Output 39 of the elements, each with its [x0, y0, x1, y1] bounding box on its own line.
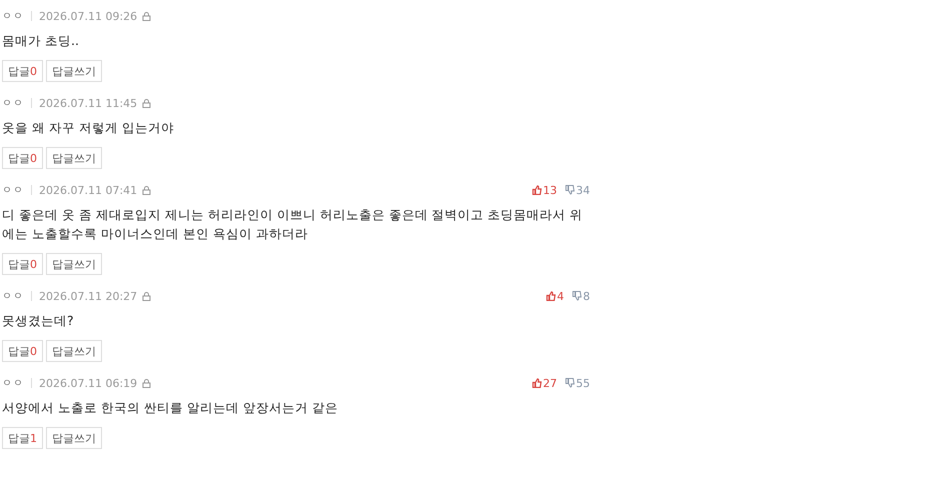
lock-icon: [142, 12, 152, 20]
lock-icon: [142, 186, 152, 194]
reply-count-button[interactable]: 답글0: [2, 147, 43, 169]
lock-icon: [142, 292, 152, 300]
write-reply-button[interactable]: 답글쓰기: [46, 147, 102, 169]
write-reply-button[interactable]: 답글쓰기: [46, 427, 102, 449]
thumbs-up-icon: [532, 185, 542, 195]
like-button[interactable]: 13: [532, 184, 557, 196]
comment-text: 디 좋은데 옷 좀 제대로입지 제니는 허리라인이 이쁘니 허리노출은 좋은데 절벽이고 초딩몸매라서 위에는 노출할수록 마이너스인데 본인 욕심이 과하더라: [2, 206, 584, 243]
lock-icon: [142, 378, 152, 388]
comment-date: 2026.07.11 09:26: [39, 10, 138, 22]
write-reply-button[interactable]: 답글쓰기: [46, 60, 102, 82]
comment-text: 옷을 왜 자꾸 저렇게 입는거야: [2, 119, 175, 137]
thumbs-down-icon: [572, 291, 582, 301]
comment-text: 못생겼는데?: [2, 312, 75, 330]
thumbs-down-icon: [565, 185, 575, 195]
write-reply-button[interactable]: 답글쓰기: [46, 253, 102, 275]
author-name: ㅇㅇ: [2, 10, 24, 23]
reply-count-button[interactable]: 답글1: [2, 427, 43, 449]
comment-date: 2026.07.11 07:41: [39, 184, 138, 196]
author-name: ㅇㅇ: [2, 184, 24, 197]
like-button[interactable]: 4: [546, 290, 564, 302]
like-button[interactable]: 27: [532, 376, 557, 390]
reply-count-button[interactable]: 답글0: [2, 253, 43, 275]
reply-count-button[interactable]: 답글0: [2, 60, 43, 82]
comment-text: 서양에서 노출로 한국의 싼티를 알리는데 앞장서는거 같은: [2, 399, 339, 417]
comment-text: 몸매가 초딩..: [2, 32, 80, 50]
author-name: ㅇㅇ: [2, 97, 24, 110]
thumbs-up-icon: [532, 378, 542, 388]
write-reply-button[interactable]: 답글쓰기: [46, 340, 102, 362]
lock-icon: [142, 98, 152, 108]
comment-date: 2026.07.11 06:19: [39, 376, 138, 390]
thumbs-down-icon: [565, 378, 575, 388]
comment-date: 2026.07.11 11:45: [39, 96, 138, 110]
comment-date: 2026.07.11 20:27: [39, 290, 138, 302]
author-name: ㅇㅇ: [2, 290, 24, 303]
reply-count-button[interactable]: 답글0: [2, 340, 43, 362]
author-name: ㅇㅇ: [2, 377, 24, 390]
thumbs-up-icon: [546, 291, 556, 301]
